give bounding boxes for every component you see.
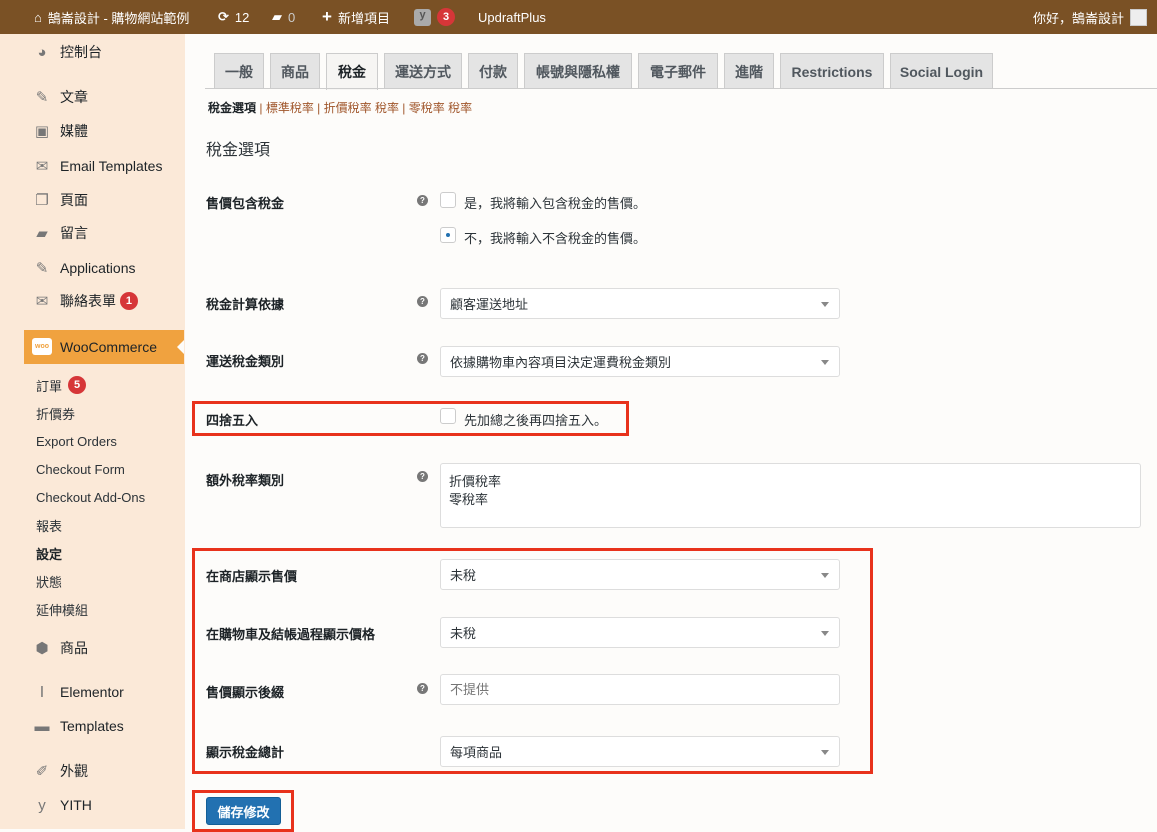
additional-classes-textarea[interactable]: 折價稅率 零稅率 — [440, 463, 1141, 528]
shop-display-select[interactable]: 未稅 — [440, 559, 840, 590]
yoast-link[interactable]: y3 — [414, 0, 455, 34]
tax-total-display-label: 顯示稅金總計 — [206, 745, 285, 760]
rounding-label: 四捨五入 — [206, 413, 259, 428]
tax-subnav: 稅金選項 | 標準稅率 | 折價稅率 稅率 | 零稅率 稅率 — [208, 101, 473, 115]
pin-icon: ✎ — [35, 89, 49, 106]
tab-restrictions[interactable]: Restrictions — [780, 53, 884, 89]
tab-payments[interactable]: 付款 — [468, 53, 518, 89]
save-button[interactable]: 儲存修改 — [206, 797, 281, 825]
tab-advanced[interactable]: 進階 — [724, 53, 774, 89]
admin-bar: ⌂ 鵠崙設計 - 購物網站範例 ⟳ 12 ▰ 0 + 新增項目 y3 UpdraftPl… — [0, 0, 1157, 34]
sidebar-item-media[interactable]: ▣ 媒體 — [0, 116, 185, 146]
submenu-checkout-form[interactable]: Checkout Form — [36, 459, 125, 479]
help-icon[interactable]: ? — [417, 353, 428, 364]
price-suffix-input[interactable] — [440, 674, 840, 705]
sidebar-item-woocommerce[interactable]: woo WooCommerce — [24, 330, 184, 364]
sidebar-item-pages[interactable]: ❐ 頁面 — [0, 185, 185, 215]
refresh-icon: ⟳ — [218, 9, 229, 24]
submenu-settings[interactable]: 設定 — [36, 543, 62, 563]
sidebar-item-products[interactable]: ⬢ 商品 — [0, 633, 185, 663]
cart-display-label: 在購物車及結帳過程顯示價格 — [206, 627, 376, 642]
shop-display-label: 在商店顯示售價 — [206, 569, 298, 584]
subnav-current: 稅金選項 — [208, 101, 257, 115]
sidebar-item-applications[interactable]: ✎ Applications — [0, 253, 185, 283]
help-icon[interactable]: ? — [417, 683, 428, 694]
tax-total-display-select[interactable]: 每項商品 — [440, 736, 840, 767]
pages-icon: ❐ — [35, 192, 49, 209]
envelope-icon: ✉ — [35, 293, 49, 310]
sidebar-item-contact[interactable]: ✉ 聯絡表單 1 — [0, 286, 185, 316]
site-name-link[interactable]: ⌂ 鵠崙設計 - 購物網站範例 — [34, 0, 189, 34]
help-icon[interactable]: ? — [417, 296, 428, 307]
prices-incl-yes-label: 是，我將輸入包含稅金的售價。 — [464, 196, 647, 211]
comment-icon: ▰ — [272, 9, 282, 24]
sidebar-item-appearance[interactable]: ✐ 外觀 — [0, 756, 185, 786]
tab-shipping[interactable]: 運送方式 — [384, 53, 462, 89]
rounding-option-label: 先加總之後再四捨五入。 — [464, 413, 608, 428]
folder-icon: ▬ — [34, 717, 50, 735]
section-title: 稅金選項 — [206, 142, 271, 159]
tab-divider — [205, 88, 1157, 89]
tab-general[interactable]: 一般 — [214, 53, 264, 89]
help-icon[interactable]: ? — [417, 195, 428, 206]
sidebar-item-email-templates[interactable]: ✉ Email Templates — [0, 151, 185, 181]
submenu-extensions[interactable]: 延伸模組 — [36, 599, 88, 619]
updraftplus-link[interactable]: UpdraftPlus — [478, 0, 546, 34]
calc-based-label: 稅金計算依據 — [206, 297, 285, 312]
submenu-coupons[interactable]: 折價券 — [36, 403, 75, 423]
tab-products[interactable]: 商品 — [270, 53, 320, 89]
sidebar-item-templates[interactable]: ▬ Templates — [0, 711, 185, 741]
sidebar-item-comments[interactable]: ▰ 留言 — [0, 218, 185, 248]
sidebar-item-elementor[interactable]: Ⅰ Elementor — [0, 677, 185, 707]
envelope-icon: ✉ — [35, 158, 49, 175]
help-icon[interactable]: ? — [417, 471, 428, 482]
subnav-standard-rates[interactable]: 標準稅率 — [266, 101, 314, 115]
tab-accounts-privacy[interactable]: 帳號與隱私權 — [524, 53, 632, 89]
shipping-class-label: 運送稅金類別 — [206, 354, 285, 369]
brush-icon: ✐ — [35, 763, 49, 780]
account-link[interactable]: 你好，鵠崙設計 — [1033, 0, 1147, 34]
comments-link[interactable]: ▰ 0 — [272, 0, 295, 34]
sidebar-item-yith[interactable]: y YITH — [0, 790, 185, 820]
subnav-zero-rates[interactable]: 零稅率 稅率 — [409, 101, 472, 115]
yoast-icon: y — [414, 8, 431, 26]
avatar — [1130, 8, 1147, 26]
sidebar-item-dashboard[interactable]: ◕ 控制台 — [0, 37, 185, 67]
updates-link[interactable]: ⟳ 12 — [218, 0, 249, 34]
prices-incl-yes-radio[interactable] — [440, 192, 456, 208]
submenu-status[interactable]: 狀態 — [36, 571, 62, 591]
tab-social-login[interactable]: Social Login — [890, 53, 993, 89]
price-suffix-label: 售價顯示後綴 — [206, 685, 285, 700]
new-content-link[interactable]: + 新增項目 — [322, 0, 390, 34]
sidebar-item-posts[interactable]: ✎ 文章 — [0, 82, 185, 112]
submenu-reports[interactable]: 報表 — [36, 515, 62, 535]
dashboard-icon: ◕ — [37, 43, 47, 61]
pin-icon: ✎ — [35, 260, 49, 277]
tab-emails[interactable]: 電子郵件 — [638, 53, 718, 89]
subnav-reduced-rates[interactable]: 折價稅率 稅率 — [324, 101, 399, 115]
calc-based-select[interactable]: 顧客運送地址 — [440, 288, 840, 319]
plus-icon: + — [322, 7, 332, 26]
media-icon: ▣ — [34, 123, 50, 140]
additional-classes-label: 額外稅率類別 — [206, 473, 285, 488]
cart-display-select[interactable]: 未稅 — [440, 617, 840, 648]
submenu-checkout-addons[interactable]: Checkout Add-Ons — [36, 487, 145, 507]
submenu-export-orders[interactable]: Export Orders — [36, 431, 117, 451]
submenu-orders[interactable]: 訂單 5 — [36, 375, 87, 395]
box-icon: ⬢ — [35, 640, 49, 657]
prices-incl-no-label: 不，我將輸入不含稅金的售價。 — [464, 231, 647, 246]
prices-incl-label: 售價包含稅金 — [206, 196, 285, 211]
rounding-checkbox[interactable] — [440, 408, 456, 424]
yith-icon: y — [38, 796, 46, 814]
shipping-class-select[interactable]: 依據購物車內容項目決定運費稅金類別 — [440, 346, 840, 377]
comment-icon: ▰ — [36, 225, 48, 242]
woo-icon: woo — [32, 338, 52, 355]
tab-tax[interactable]: 稅金 — [326, 53, 378, 90]
elementor-icon: Ⅰ — [39, 684, 45, 701]
home-icon: ⌂ — [34, 9, 42, 25]
prices-incl-no-radio[interactable] — [440, 227, 456, 243]
